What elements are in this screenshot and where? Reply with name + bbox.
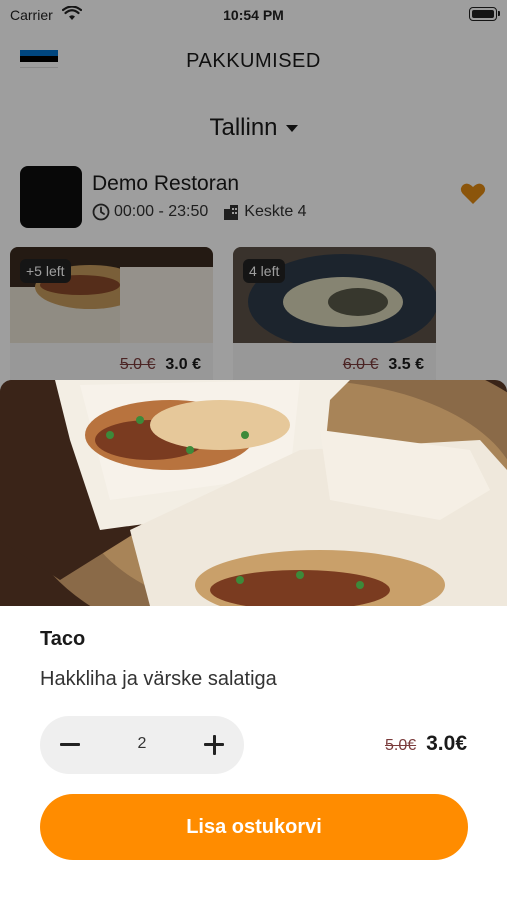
product-title: Taco	[40, 628, 86, 650]
product-image	[0, 380, 507, 606]
product-sheet: Taco Hakkliha ja värske salatiga 2 5.0€ …	[0, 606, 507, 900]
add-to-cart-button[interactable]: Lisa ostukorvi	[40, 794, 468, 860]
product-price: 5.0€ 3.0€	[385, 732, 467, 756]
plus-icon[interactable]	[200, 731, 228, 759]
old-price: 5.0€	[384, 737, 417, 754]
product-description: Hakkliha ja värske salatiga	[40, 668, 277, 690]
quantity-stepper: 2	[40, 716, 244, 774]
new-price: 3.0€	[426, 732, 467, 755]
